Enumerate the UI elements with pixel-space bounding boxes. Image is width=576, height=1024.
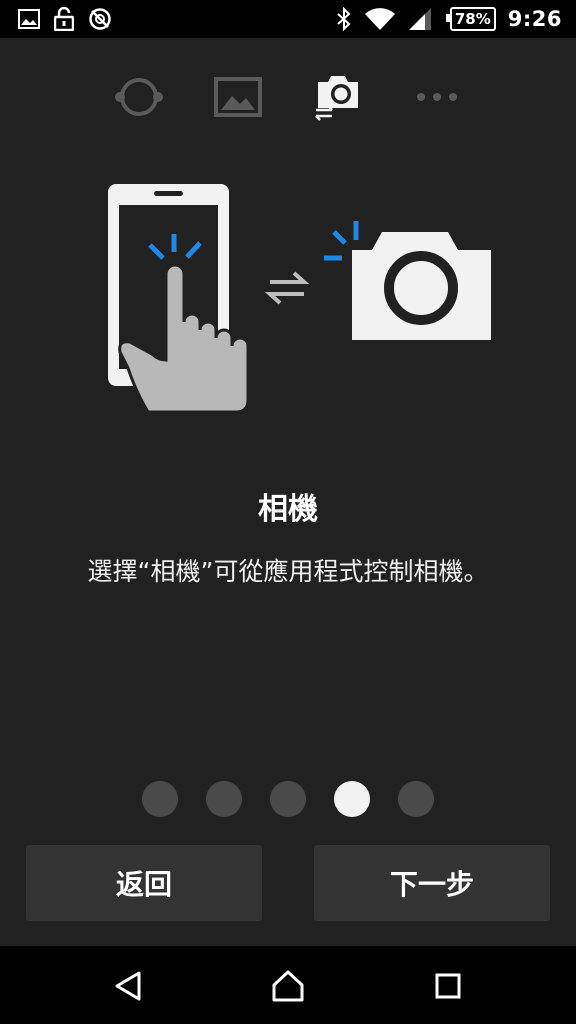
page-dot bbox=[142, 781, 178, 817]
recents-icon[interactable] bbox=[428, 966, 468, 1006]
page-dot bbox=[398, 781, 434, 817]
image-icon bbox=[18, 9, 40, 29]
more-icon[interactable] bbox=[414, 70, 460, 128]
status-bar: 78% 9:26 bbox=[0, 0, 576, 38]
home-icon[interactable] bbox=[268, 966, 308, 1006]
navigation-bar bbox=[0, 946, 576, 1024]
wifi-icon bbox=[364, 7, 396, 31]
page-dot bbox=[206, 781, 242, 817]
page-dot bbox=[270, 781, 306, 817]
exchange-arrows-icon bbox=[264, 271, 310, 305]
page-description: 選擇“相機”可從應用程式控制相機。 bbox=[87, 557, 489, 586]
page-indicator bbox=[0, 781, 576, 817]
clock: 9:26 bbox=[507, 7, 562, 31]
back-button[interactable]: 返回 bbox=[26, 845, 262, 921]
sync-icon[interactable] bbox=[114, 70, 164, 128]
signal-icon bbox=[408, 7, 432, 31]
lock-open-icon bbox=[54, 7, 74, 31]
camera-remote-icon[interactable] bbox=[312, 70, 362, 130]
page-dot-active bbox=[334, 781, 370, 817]
mode-tabs bbox=[0, 70, 576, 126]
page-title: 相機 bbox=[258, 492, 318, 527]
sync-disabled-icon bbox=[88, 7, 112, 31]
battery-indicator: 78% bbox=[445, 7, 496, 31]
back-icon[interactable] bbox=[108, 966, 148, 1006]
camera-illustration bbox=[324, 221, 491, 340]
battery-level: 78% bbox=[454, 10, 491, 28]
next-button[interactable]: 下一步 bbox=[314, 845, 550, 921]
bluetooth-icon bbox=[336, 7, 352, 31]
phone-camera-illustration bbox=[108, 184, 491, 414]
gallery-icon[interactable] bbox=[214, 70, 262, 128]
